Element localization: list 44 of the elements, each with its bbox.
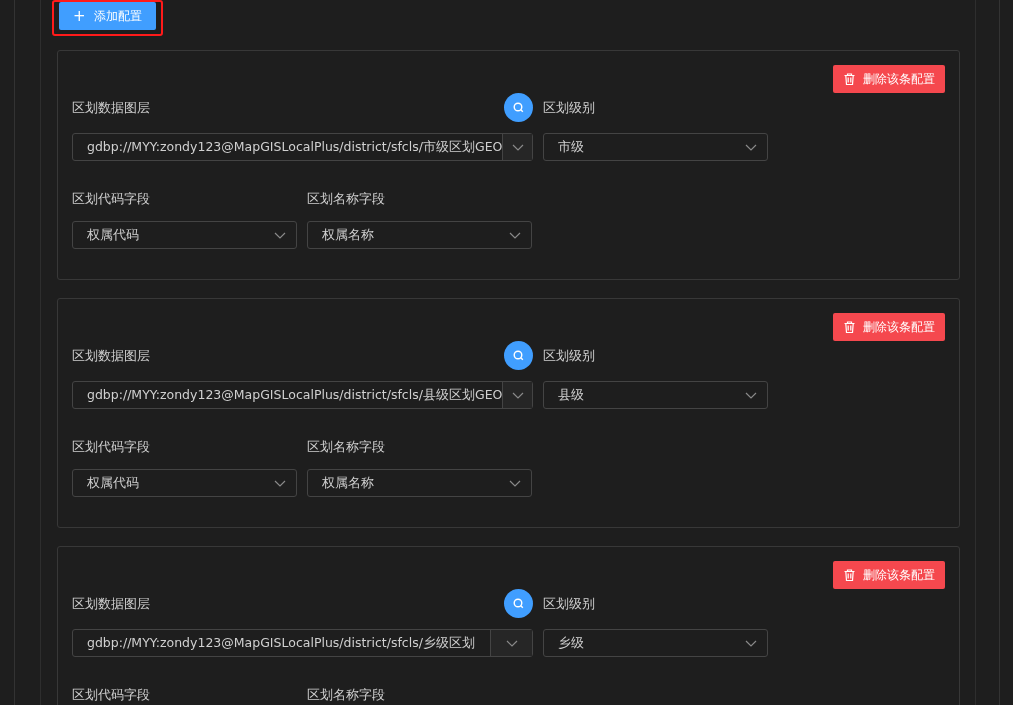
level-select[interactable]: 县级 xyxy=(543,381,768,409)
field-label: 区划名称字段 xyxy=(307,190,386,208)
trash-icon xyxy=(843,73,855,85)
search-icon xyxy=(513,350,524,361)
layer-select[interactable]: gdbp://MYY:zondy123@MapGISLocalPlus/district/sfcls/乡级区划 xyxy=(72,629,533,657)
level-select[interactable]: 市级 xyxy=(543,133,768,161)
layer-select[interactable]: gdbp://MYY:zondy123@MapGISLocalPlus/district/sfcls/县级区划GEO xyxy=(72,381,533,409)
chevron-down-icon xyxy=(509,479,521,487)
chevron-down-icon xyxy=(505,639,518,647)
search-icon xyxy=(513,102,524,113)
chevron-down-icon xyxy=(274,231,286,239)
code-field-select[interactable]: 权属代码 xyxy=(72,221,297,249)
delete-config-button[interactable]: 删除该条配置 xyxy=(833,313,945,341)
field-label: 区划级别 xyxy=(543,594,595,613)
trash-icon xyxy=(843,569,855,581)
delete-config-button[interactable]: 删除该条配置 xyxy=(833,65,945,93)
search-button[interactable] xyxy=(504,341,533,370)
chevron-down-icon xyxy=(745,391,757,399)
field-label: 区划代码字段 xyxy=(72,686,151,704)
trash-icon xyxy=(843,321,855,333)
field-label: 区划级别 xyxy=(543,98,595,117)
delete-config-button[interactable]: 删除该条配置 xyxy=(833,561,945,589)
search-icon xyxy=(513,598,524,609)
level-select[interactable]: 乡级 xyxy=(543,629,768,657)
code-field-select[interactable]: 权属代码 xyxy=(72,469,297,497)
chevron-down-icon xyxy=(511,391,524,399)
field-label: 区划级别 xyxy=(543,346,595,365)
field-label: 区划数据图层 xyxy=(72,98,151,117)
field-label: 区划名称字段 xyxy=(307,686,386,704)
layer-select[interactable]: gdbp://MYY:zondy123@MapGISLocalPlus/district/sfcls/市级区划GEO xyxy=(72,133,533,161)
name-field-select[interactable]: 权属名称 xyxy=(307,221,532,249)
field-label: 区划代码字段 xyxy=(72,438,151,456)
field-label: 区划数据图层 xyxy=(72,594,151,613)
name-field-select[interactable]: 权属名称 xyxy=(307,469,532,497)
search-button[interactable] xyxy=(504,93,533,122)
chevron-down-icon xyxy=(509,231,521,239)
field-label: 区划名称字段 xyxy=(307,438,386,456)
search-button[interactable] xyxy=(504,589,533,618)
chevron-down-icon xyxy=(511,143,524,151)
chevron-down-icon xyxy=(745,639,757,647)
chevron-down-icon xyxy=(745,143,757,151)
chevron-down-icon xyxy=(274,479,286,487)
field-label: 区划代码字段 xyxy=(72,190,151,208)
field-label: 区划数据图层 xyxy=(72,346,151,365)
